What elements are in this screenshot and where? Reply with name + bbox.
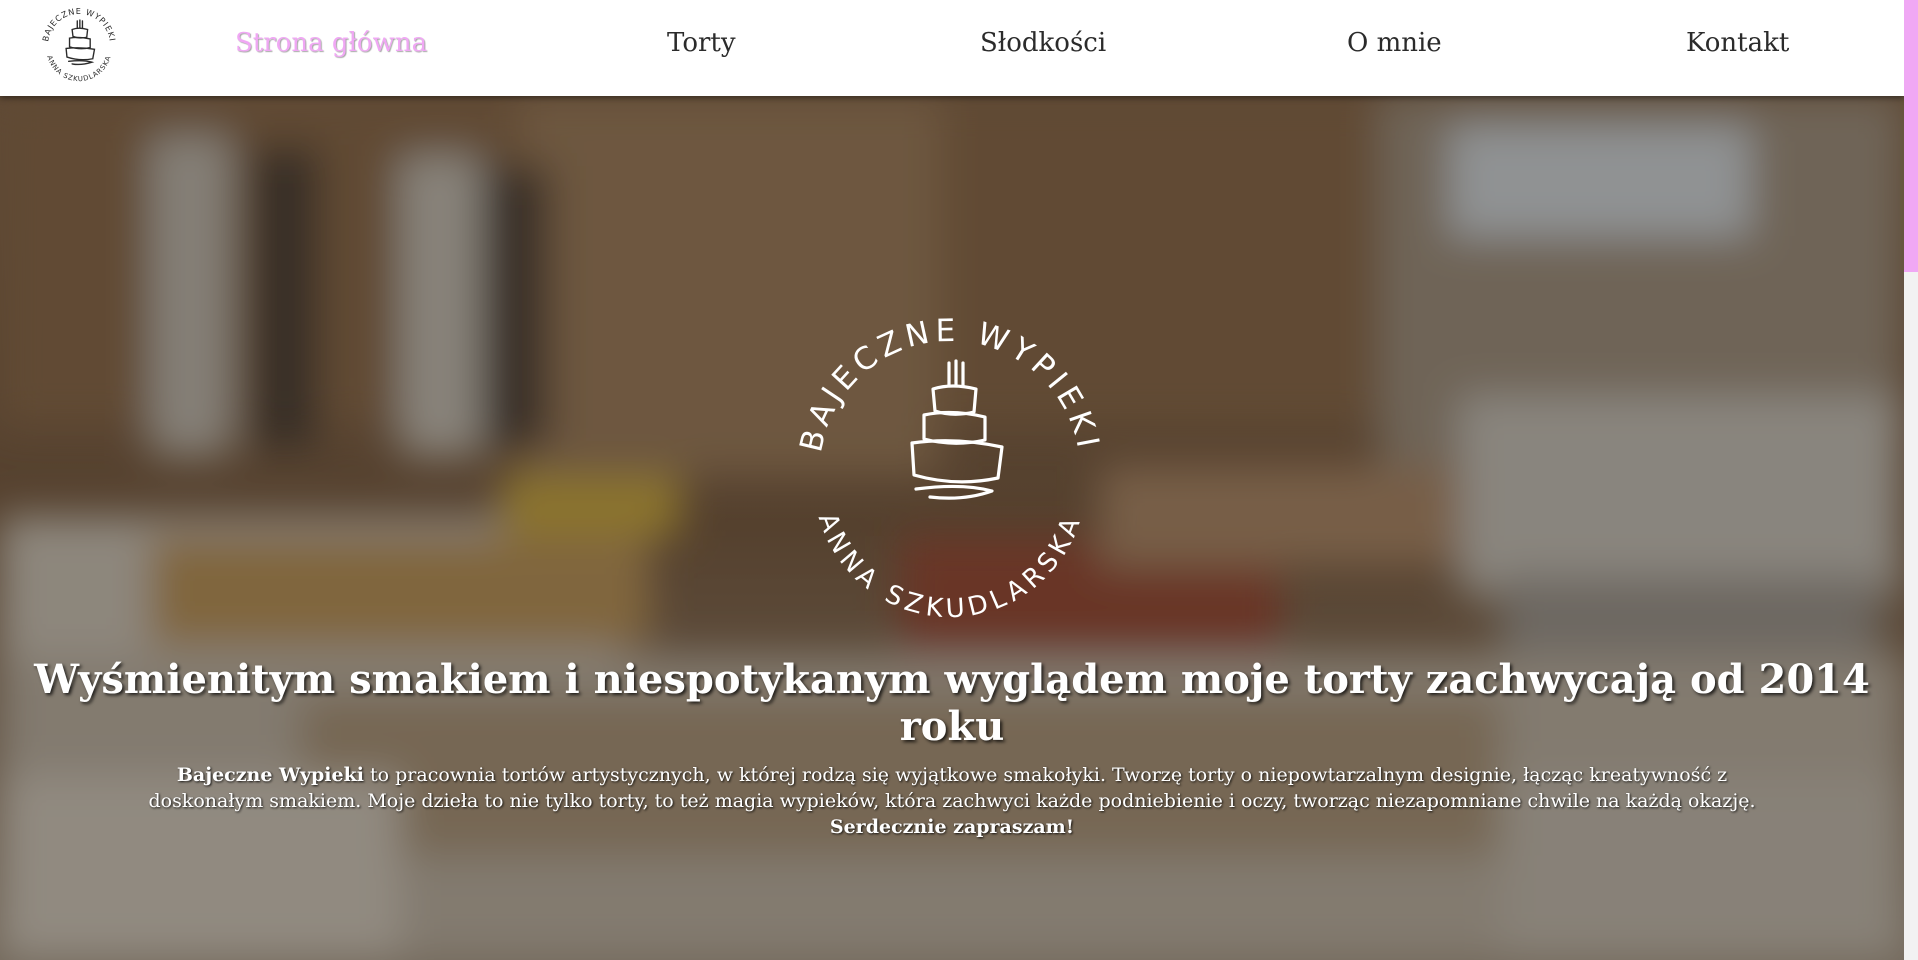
hero-section: BAJECZNE WYPIEKI ANNA SZKUDLARSKA Wyśmie…: [0, 96, 1904, 960]
nav-contact-link[interactable]: Kontakt: [1686, 28, 1789, 58]
hero-headline: Wyśmienitym smakiem i niespotykanym wygl…: [34, 656, 1870, 750]
nav-home-link[interactable]: Strona główna: [235, 28, 427, 58]
intro-description: to pracownia tortów artystycznych, w któ…: [148, 764, 1756, 812]
nav-cakes-link[interactable]: Torty: [667, 28, 736, 58]
hero-logo: BAJECZNE WYPIEKI ANNA SZKUDLARSKA: [793, 313, 1101, 625]
hero-intro-text: Bajeczne Wypieki to pracownia tortów art…: [140, 762, 1764, 840]
brand-logo[interactable]: BAJECZNE WYPIEKI ANNA SZKUDLARSKA: [36, 2, 122, 88]
svg-text:ANNA SZKUDLARSKA: ANNA SZKUDLARSKA: [45, 54, 112, 83]
cake-icon: [65, 19, 96, 66]
cake-icon: [910, 359, 1004, 500]
svg-text:ANNA SZKUDLARSKA: ANNA SZKUDLARSKA: [812, 509, 1088, 624]
intro-brand-name: Bajeczne Wypieki: [176, 764, 364, 786]
scrollbar-thumb[interactable]: [1904, 0, 1918, 272]
nav-about-link[interactable]: O mnie: [1347, 28, 1442, 58]
intro-closing: Serdecznie zapraszam!: [829, 816, 1075, 838]
nav-sweets-link[interactable]: Słodkości: [980, 28, 1106, 58]
navbar: BAJECZNE WYPIEKI ANNA SZKUDLARSKA Strona…: [0, 0, 1904, 96]
